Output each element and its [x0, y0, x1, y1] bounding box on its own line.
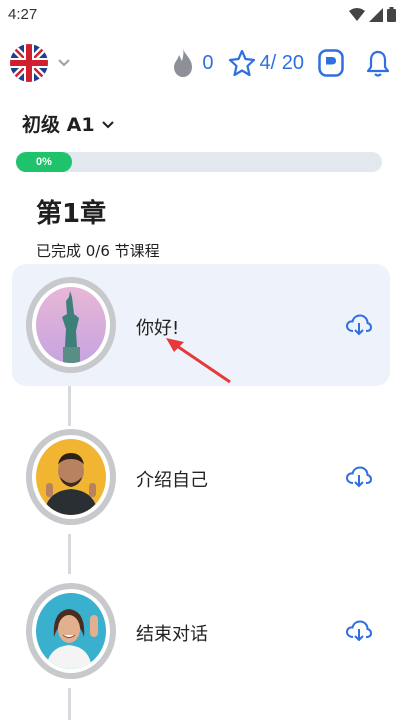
status-bar: 4:27	[0, 0, 404, 32]
lesson-title: 结束对话	[136, 624, 208, 645]
lesson-avatar	[26, 277, 116, 373]
status-time: 4:27	[8, 6, 38, 23]
flame-icon	[174, 49, 193, 77]
star-icon	[228, 49, 255, 77]
annotation-arrow-icon	[166, 338, 231, 384]
lesson-item[interactable]: 结束对话	[12, 570, 390, 692]
chapter-title: 第1章	[36, 199, 107, 229]
woman-waving-photo	[36, 593, 106, 669]
bell-icon[interactable]	[366, 49, 390, 77]
chapter-progress-text: 已完成 0/6 节课程	[36, 242, 160, 260]
streak-count: 0	[202, 51, 214, 74]
lesson-title: 介绍自己	[136, 470, 208, 491]
lesson-avatar	[26, 583, 116, 679]
chevron-down-icon	[101, 120, 114, 128]
cloud-download-icon[interactable]	[346, 620, 372, 642]
signal-icon	[369, 7, 383, 22]
progress-bar: 0%	[16, 152, 382, 172]
lesson-item[interactable]: 介绍自己	[12, 416, 390, 538]
man-portrait-photo	[36, 439, 106, 515]
cloud-download-icon[interactable]	[346, 466, 372, 488]
cloud-download-icon[interactable]	[346, 314, 372, 336]
statue-of-liberty-photo	[36, 287, 106, 363]
status-icons	[349, 7, 396, 22]
level-selector[interactable]: 初级 A1	[22, 110, 115, 137]
stats-bar: 0 4/ 20	[172, 48, 390, 78]
wifi-icon	[349, 7, 365, 21]
battery-icon	[387, 7, 396, 22]
lesson-connector	[68, 688, 71, 720]
uk-flag-icon[interactable]	[10, 44, 48, 82]
top-bar: 0 4/ 20	[0, 44, 404, 92]
stars-count: 4/ 20	[259, 51, 304, 74]
lesson-connector	[68, 534, 71, 574]
chevron-down-icon[interactable]	[56, 54, 72, 70]
progress-percent: 0%	[36, 156, 52, 168]
premium-badge-icon[interactable]	[318, 49, 344, 77]
level-label: 初级 A1	[22, 114, 95, 136]
lesson-avatar	[26, 429, 116, 525]
